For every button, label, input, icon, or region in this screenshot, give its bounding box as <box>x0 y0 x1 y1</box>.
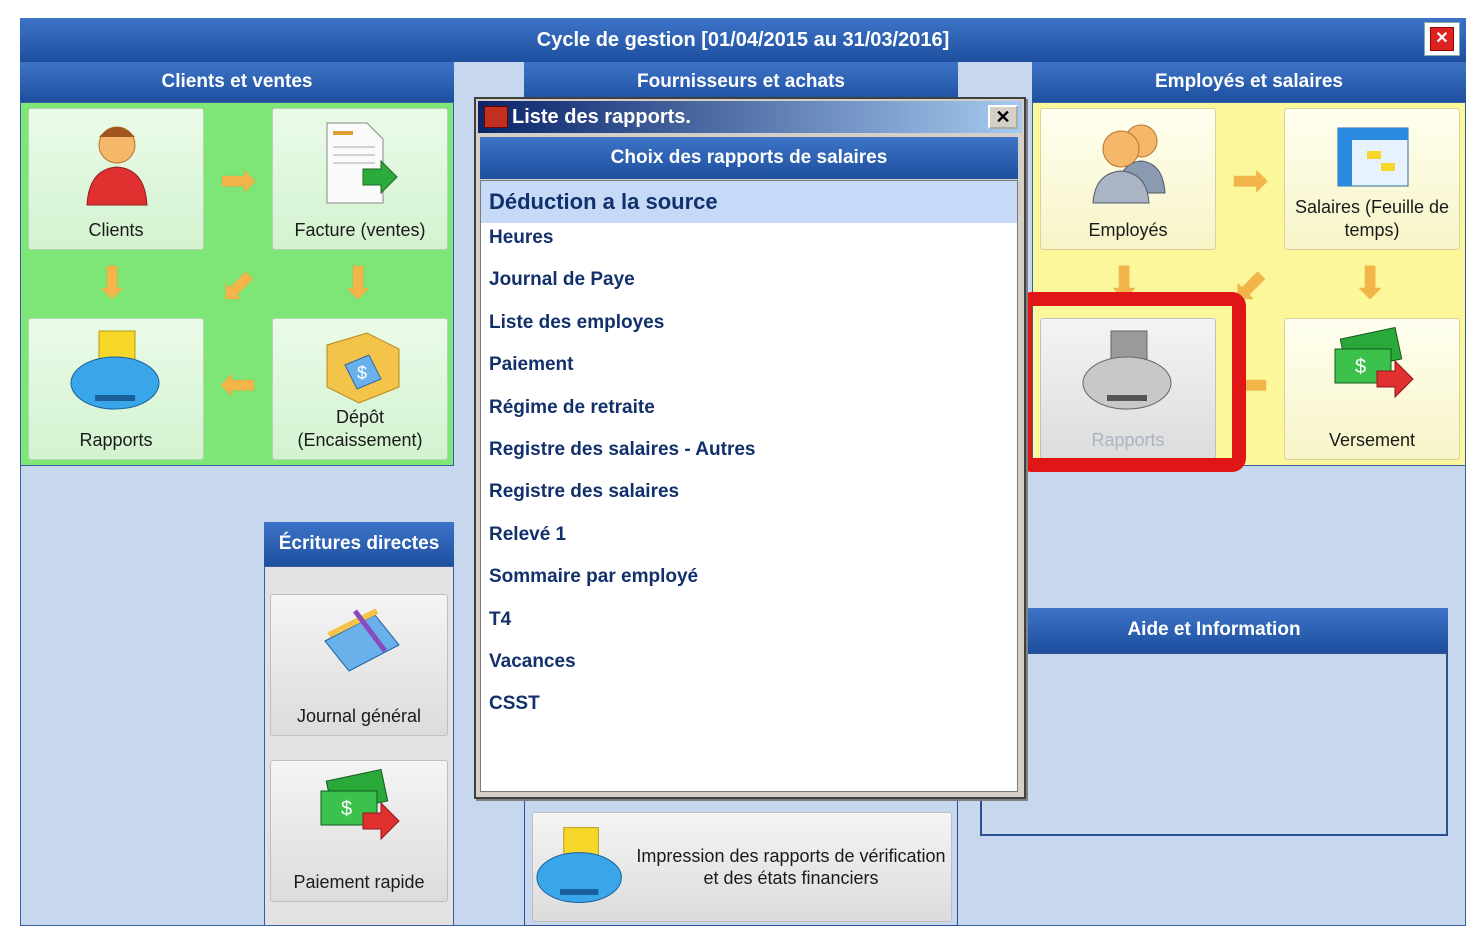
report-list-item[interactable]: Vacances <box>489 651 576 673</box>
report-list-item[interactable]: Sommaire par employé <box>489 566 698 588</box>
report-list-item[interactable]: T4 <box>489 609 511 631</box>
dialog-subtitle: Choix des rapports de salaires <box>480 137 1018 179</box>
dialog-close-button[interactable]: ✕ <box>988 105 1018 129</box>
report-list-item[interactable]: Registre des salaires - Autres <box>489 439 755 461</box>
report-list-item[interactable]: Registre des salaires <box>489 481 679 503</box>
report-list-item[interactable]: Déduction a la source <box>481 181 1017 223</box>
reports-list[interactable]: Déduction a la source Heures Journal de Pa… <box>480 180 1018 792</box>
dialog-title: Liste des rapports. <box>478 101 1022 133</box>
report-list-item[interactable]: Régime de retraite <box>489 397 655 419</box>
notebook-icon <box>484 106 508 128</box>
report-list-item[interactable]: CSST <box>489 693 540 715</box>
report-list-item[interactable]: Liste des employes <box>489 312 664 334</box>
report-list-item[interactable]: Relevé 1 <box>489 524 566 546</box>
report-list-item[interactable]: Journal de Paye <box>489 269 635 291</box>
report-list-item[interactable]: Paiement <box>489 354 573 376</box>
report-list-item[interactable]: Heures <box>489 227 553 249</box>
